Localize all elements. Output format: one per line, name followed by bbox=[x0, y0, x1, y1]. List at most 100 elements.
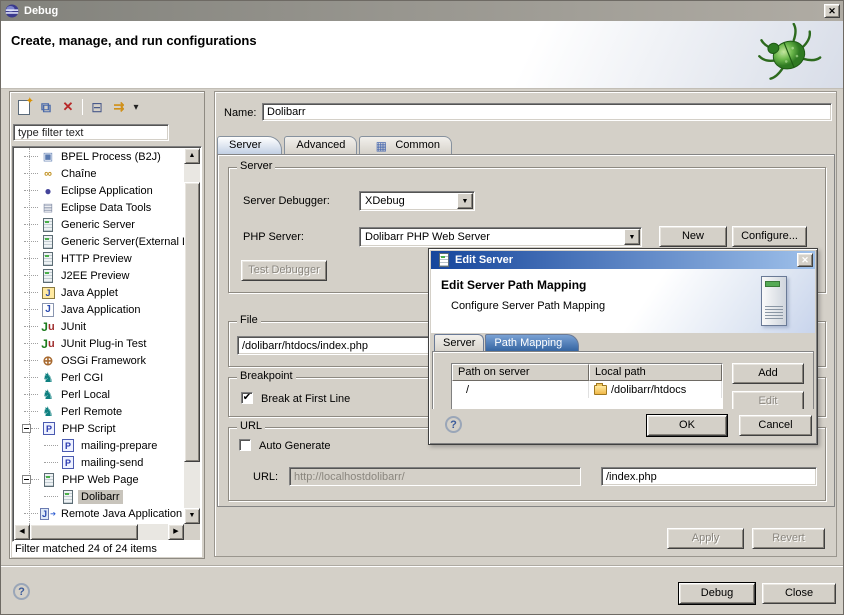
break-first-line-label: Break at First Line bbox=[261, 393, 350, 405]
vertical-scroll-thumb[interactable] bbox=[184, 182, 200, 462]
edit-mapping-button: Edit bbox=[732, 391, 804, 410]
tree-item[interactable]: JUnit bbox=[14, 318, 184, 335]
server-debugger-select[interactable]: XDebug ▼ bbox=[359, 191, 475, 211]
tree-item-label: HTTP Preview bbox=[58, 252, 135, 266]
tree-item[interactable]: Perl CGI bbox=[14, 369, 184, 386]
tree-item[interactable]: Generic Server(External La bbox=[14, 233, 184, 250]
horizontal-scroll-thumb[interactable] bbox=[30, 524, 138, 540]
delete-config-button[interactable] bbox=[57, 97, 79, 117]
collapse-minus-icon[interactable] bbox=[22, 424, 31, 433]
column-local-path[interactable]: Local path bbox=[589, 364, 722, 381]
window-titlebar: Debug ✕ bbox=[1, 1, 843, 21]
url-group-legend: URL bbox=[237, 420, 265, 432]
server-debugger-label: Server Debugger: bbox=[243, 195, 330, 207]
cancel-button[interactable]: Cancel bbox=[739, 415, 812, 436]
break-first-line-checkbox[interactable]: ✔ bbox=[241, 392, 253, 404]
php-server-select[interactable]: Dolibarr PHP Web Server ▼ bbox=[359, 227, 642, 247]
auto-generate-checkbox[interactable] bbox=[239, 439, 251, 451]
toolbar-separator bbox=[82, 99, 83, 115]
tree-item[interactable]: Java Applet bbox=[14, 284, 184, 301]
scroll-down-button[interactable]: ▼ bbox=[184, 508, 200, 524]
tree-item[interactable]: PHP Web Page bbox=[14, 471, 184, 488]
new-launch-config-button[interactable] bbox=[13, 97, 35, 117]
close-button[interactable]: Close bbox=[762, 583, 836, 604]
scroll-up-button[interactable]: ▲ bbox=[184, 148, 200, 164]
url-path-input[interactable] bbox=[601, 467, 817, 486]
tab-advanced[interactable]: Advanced bbox=[284, 136, 357, 154]
tab-dialog-server[interactable]: Server bbox=[434, 334, 484, 352]
junit-icon bbox=[40, 320, 56, 334]
tree-item[interactable]: PHP Script bbox=[14, 420, 184, 437]
new-server-button[interactable]: New bbox=[659, 226, 727, 247]
tree-item[interactable]: mailing-prepare bbox=[14, 437, 184, 454]
tab-path-mapping[interactable]: Path Mapping bbox=[485, 334, 579, 352]
tree-item[interactable]: Eclipse Application bbox=[14, 182, 184, 199]
dialog-help-button[interactable]: ? bbox=[445, 416, 462, 433]
tree-item[interactable]: Java Application bbox=[14, 301, 184, 318]
tree-item-label: JUnit Plug-in Test bbox=[58, 337, 149, 351]
sidebar-toolbar bbox=[13, 95, 142, 119]
collapse-minus-icon[interactable] bbox=[22, 475, 31, 484]
help-icon: ? bbox=[18, 586, 25, 598]
server-path-cell: / bbox=[452, 381, 589, 398]
tab-common[interactable]: Common bbox=[359, 136, 452, 154]
tree-item[interactable]: Generic Server bbox=[14, 216, 184, 233]
tree-item-label: Perl CGI bbox=[58, 371, 106, 385]
filter-menu-button[interactable] bbox=[130, 97, 142, 117]
add-mapping-button[interactable]: Add bbox=[732, 363, 804, 384]
server-icon bbox=[40, 252, 56, 266]
tree-item[interactable]: OSGi Framework bbox=[14, 352, 184, 369]
tree-item[interactable]: BPEL Process (B2J) bbox=[14, 148, 184, 165]
revert-button: Revert bbox=[752, 528, 825, 549]
name-input[interactable] bbox=[262, 103, 832, 121]
tree-item[interactable]: Eclipse Data Tools bbox=[14, 199, 184, 216]
configure-server-button[interactable]: Configure... bbox=[732, 226, 807, 247]
debug-button[interactable]: Debug bbox=[679, 583, 755, 604]
folder-icon bbox=[594, 385, 607, 395]
tree-item-label: mailing-prepare bbox=[78, 439, 160, 453]
window-close-button[interactable]: ✕ bbox=[824, 4, 840, 18]
tree-item-label: Java Applet bbox=[58, 286, 121, 300]
tree-item[interactable]: J2EE Preview bbox=[14, 267, 184, 284]
breakpoint-group-legend: Breakpoint bbox=[237, 370, 296, 382]
tree-item[interactable]: HTTP Preview bbox=[14, 250, 184, 267]
chevron-down-icon[interactable]: ▼ bbox=[457, 193, 473, 209]
apply-button: Apply bbox=[667, 528, 744, 549]
tree-horizontal-scrollbar[interactable]: ◀ ▶ bbox=[14, 524, 184, 540]
server-group-legend: Server bbox=[237, 160, 275, 172]
table-icon bbox=[373, 139, 389, 153]
chevron-down-icon[interactable]: ▼ bbox=[624, 229, 640, 245]
bug-icon bbox=[753, 23, 825, 87]
tree-item-label: J2EE Preview bbox=[58, 269, 132, 283]
tree-item-label: Eclipse Data Tools bbox=[58, 201, 154, 215]
scroll-left-button[interactable]: ◀ bbox=[14, 524, 30, 540]
perl-icon bbox=[40, 371, 56, 385]
tree-item[interactable]: Remote Java Application bbox=[14, 505, 184, 522]
tree-item[interactable]: JUnit Plug-in Test bbox=[14, 335, 184, 352]
remote-java-icon bbox=[40, 507, 56, 521]
column-path-on-server[interactable]: Path on server bbox=[452, 364, 589, 381]
perl-icon bbox=[40, 388, 56, 402]
tree-item[interactable]: Chaîne bbox=[14, 165, 184, 182]
edit-server-close-button[interactable]: ✕ bbox=[797, 253, 813, 267]
tree-item[interactable]: mailing-send bbox=[14, 454, 184, 471]
tree-item[interactable]: Dolibarr bbox=[14, 488, 184, 505]
filter-configs-button[interactable] bbox=[108, 97, 130, 117]
filter-input[interactable] bbox=[13, 124, 169, 141]
duplicate-config-button[interactable] bbox=[35, 97, 57, 117]
scroll-right-button[interactable]: ▶ bbox=[168, 524, 184, 540]
tree-item[interactable]: Perl Remote bbox=[14, 403, 184, 420]
tab-server[interactable]: Server bbox=[217, 136, 282, 154]
scrollbar-corner bbox=[184, 524, 200, 540]
tree-item[interactable]: Perl Local bbox=[14, 386, 184, 403]
filter-status: Filter matched 24 of 24 items bbox=[12, 542, 202, 557]
window-help-button[interactable]: ? bbox=[13, 583, 30, 600]
tree-item-label: Perl Remote bbox=[58, 405, 125, 419]
collapse-all-button[interactable] bbox=[86, 97, 108, 117]
config-tabs: Server Advanced Common bbox=[217, 136, 454, 154]
eclipse-application-icon bbox=[40, 184, 56, 198]
table-row[interactable]: //dolibarr/htdocs bbox=[452, 381, 722, 398]
ok-button[interactable]: OK bbox=[647, 415, 727, 436]
tree-item-label: Eclipse Application bbox=[58, 184, 156, 198]
tree-vertical-scrollbar[interactable]: ▲ ▼ bbox=[184, 148, 200, 524]
